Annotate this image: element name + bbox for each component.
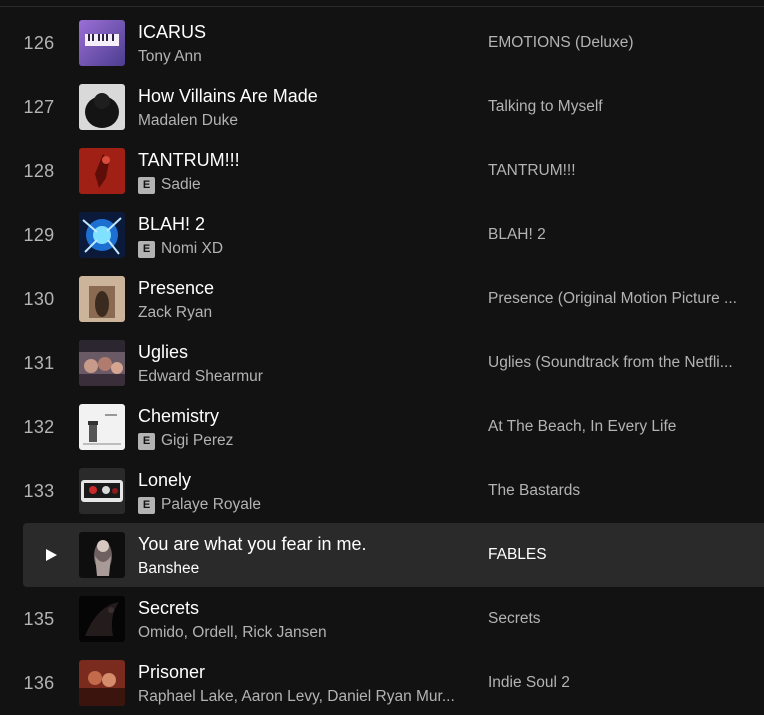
track-row[interactable]: 128 TANTRUM!!! E Sadie TANTRUM!!! xyxy=(0,139,764,203)
album-cover[interactable] xyxy=(79,84,125,130)
track-title[interactable]: Uglies xyxy=(138,342,188,363)
track-artist-line: E Nomi XD xyxy=(138,239,223,259)
track-title[interactable]: BLAH! 2 xyxy=(138,214,205,235)
track-artist-line: E Sadie xyxy=(138,175,201,195)
track-row[interactable]: 131 Uglies Edward Shearmur Uglies (Sound… xyxy=(0,331,764,395)
track-artist[interactable]: Gigi Perez xyxy=(161,432,233,450)
track-row[interactable]: 135 Secrets Omido, Ordell, Rick Jansen S… xyxy=(0,587,764,651)
track-album[interactable]: Secrets xyxy=(488,587,541,651)
track-number: 127 xyxy=(23,97,55,117)
track-artist[interactable]: Madalen Duke xyxy=(138,112,238,130)
track-artist-line: Madalen Duke xyxy=(138,111,238,131)
explicit-badge: E xyxy=(138,176,155,194)
track-artist[interactable]: Palaye Royale xyxy=(161,496,261,514)
track-title[interactable]: TANTRUM!!! xyxy=(138,150,240,171)
track-album[interactable]: BLAH! 2 xyxy=(488,203,546,267)
track-row[interactable]: 130 Presence Zack Ryan Presence (Origina… xyxy=(0,267,764,331)
track-title[interactable]: You are what you fear in me. xyxy=(138,534,366,555)
track-number: 131 xyxy=(23,353,55,373)
track-row[interactable]: 136 Prisoner Raphael Lake, Aaron Levy, D… xyxy=(0,651,764,715)
track-title[interactable]: Presence xyxy=(138,278,214,299)
track-number: 133 xyxy=(23,481,55,501)
track-artist[interactable]: Sadie xyxy=(161,176,201,194)
track-row[interactable]: 132 Chemistry E Gigi Perez At The Beach,… xyxy=(0,395,764,459)
track-artist-line: Banshee xyxy=(138,559,199,579)
track-row[interactable]: 127 How Villains Are Made Madalen Duke T… xyxy=(0,75,764,139)
track-artist-line: Raphael Lake, Aaron Levy, Daniel Ryan Mu… xyxy=(138,687,455,707)
track-title[interactable]: Chemistry xyxy=(138,406,219,427)
track-row-hovered[interactable]: You are what you fear in me. Banshee FAB… xyxy=(23,523,764,587)
track-artist-line: E Gigi Perez xyxy=(138,431,233,451)
track-number: 136 xyxy=(23,673,55,693)
album-cover[interactable] xyxy=(79,404,125,450)
album-cover[interactable] xyxy=(79,20,125,66)
header-divider xyxy=(0,6,764,7)
track-title[interactable]: ICARUS xyxy=(138,22,206,43)
album-cover[interactable] xyxy=(79,212,125,258)
explicit-badge: E xyxy=(138,496,155,514)
track-album[interactable]: TANTRUM!!! xyxy=(488,139,576,203)
album-cover[interactable] xyxy=(79,596,125,642)
track-number: 129 xyxy=(23,225,55,245)
track-artist[interactable]: Zack Ryan xyxy=(138,304,212,322)
track-album[interactable]: At The Beach, In Every Life xyxy=(488,395,676,459)
track-album[interactable]: Talking to Myself xyxy=(488,75,603,139)
play-icon xyxy=(45,549,57,561)
album-cover[interactable] xyxy=(79,340,125,386)
album-cover[interactable] xyxy=(79,148,125,194)
track-artist-line: Edward Shearmur xyxy=(138,367,263,387)
track-number: 128 xyxy=(23,161,55,181)
track-artist[interactable]: Omido, Ordell, Rick Jansen xyxy=(138,624,327,642)
track-artist-line: Zack Ryan xyxy=(138,303,212,323)
track-number: 132 xyxy=(23,417,55,437)
tracklist: 126 ICARUS Tony Ann EMOTIONS (Deluxe) 12… xyxy=(0,11,764,715)
explicit-badge: E xyxy=(138,240,155,258)
track-artist[interactable]: Tony Ann xyxy=(138,48,202,66)
track-album[interactable]: The Bastards xyxy=(488,459,580,523)
track-album[interactable]: Indie Soul 2 xyxy=(488,651,570,715)
play-button[interactable] xyxy=(23,523,79,587)
track-album[interactable]: Uglies (Soundtrack from the Netfli... xyxy=(488,331,733,395)
track-title[interactable]: How Villains Are Made xyxy=(138,86,318,107)
track-artist[interactable]: Raphael Lake, Aaron Levy, Daniel Ryan Mu… xyxy=(138,688,455,706)
album-cover[interactable] xyxy=(79,660,125,706)
album-cover[interactable] xyxy=(79,532,125,578)
track-row[interactable]: 126 ICARUS Tony Ann EMOTIONS (Deluxe) xyxy=(0,11,764,75)
track-album[interactable]: EMOTIONS (Deluxe) xyxy=(488,11,634,75)
track-artist-line: Omido, Ordell, Rick Jansen xyxy=(138,623,327,643)
track-title[interactable]: Lonely xyxy=(138,470,191,491)
track-row[interactable]: 129 BLAH! 2 E Nomi XD BLAH! 2 xyxy=(0,203,764,267)
track-artist[interactable]: Banshee xyxy=(138,560,199,578)
explicit-badge: E xyxy=(138,432,155,450)
track-number: 135 xyxy=(23,609,55,629)
track-artist-line: E Palaye Royale xyxy=(138,495,261,515)
track-title[interactable]: Prisoner xyxy=(138,662,205,683)
track-row[interactable]: 133 Lonely E Palaye Royale The Bastards xyxy=(0,459,764,523)
track-album[interactable]: Presence (Original Motion Picture ... xyxy=(488,267,737,331)
track-title[interactable]: Secrets xyxy=(138,598,199,619)
track-artist-line: Tony Ann xyxy=(138,47,202,67)
track-number: 126 xyxy=(23,33,55,53)
track-number: 130 xyxy=(23,289,55,309)
album-cover[interactable] xyxy=(79,468,125,514)
album-cover[interactable] xyxy=(79,276,125,322)
track-album[interactable]: FABLES xyxy=(488,523,547,587)
track-artist[interactable]: Edward Shearmur xyxy=(138,368,263,386)
track-artist[interactable]: Nomi XD xyxy=(161,240,223,258)
